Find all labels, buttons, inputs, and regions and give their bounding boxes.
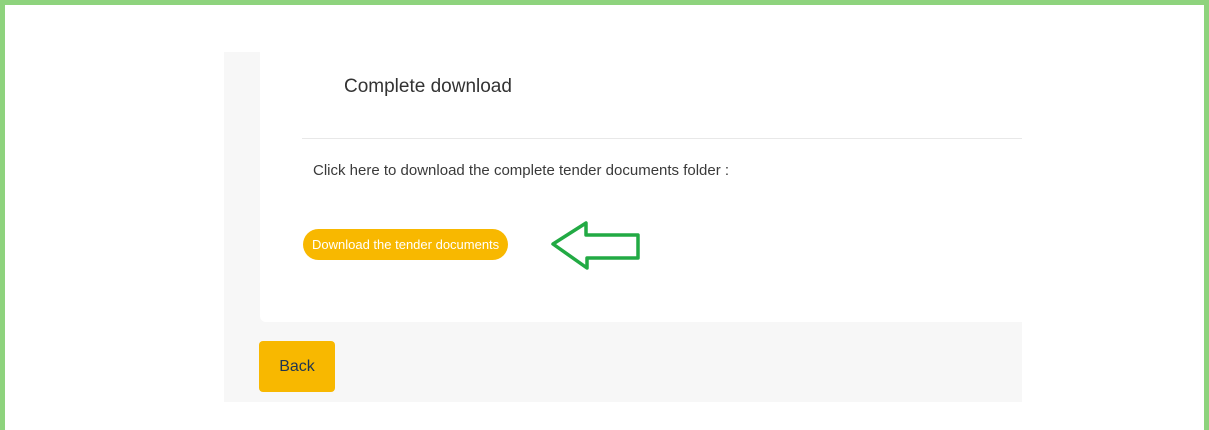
download-tender-documents-button[interactable]: Download the tender documents bbox=[303, 229, 509, 260]
download-description: Click here to download the complete tend… bbox=[313, 162, 730, 179]
section-divider bbox=[302, 138, 1022, 139]
section-title: Complete download bbox=[344, 76, 512, 97]
left-arrow-outline-icon bbox=[551, 221, 640, 270]
back-button[interactable]: Back bbox=[259, 341, 335, 392]
